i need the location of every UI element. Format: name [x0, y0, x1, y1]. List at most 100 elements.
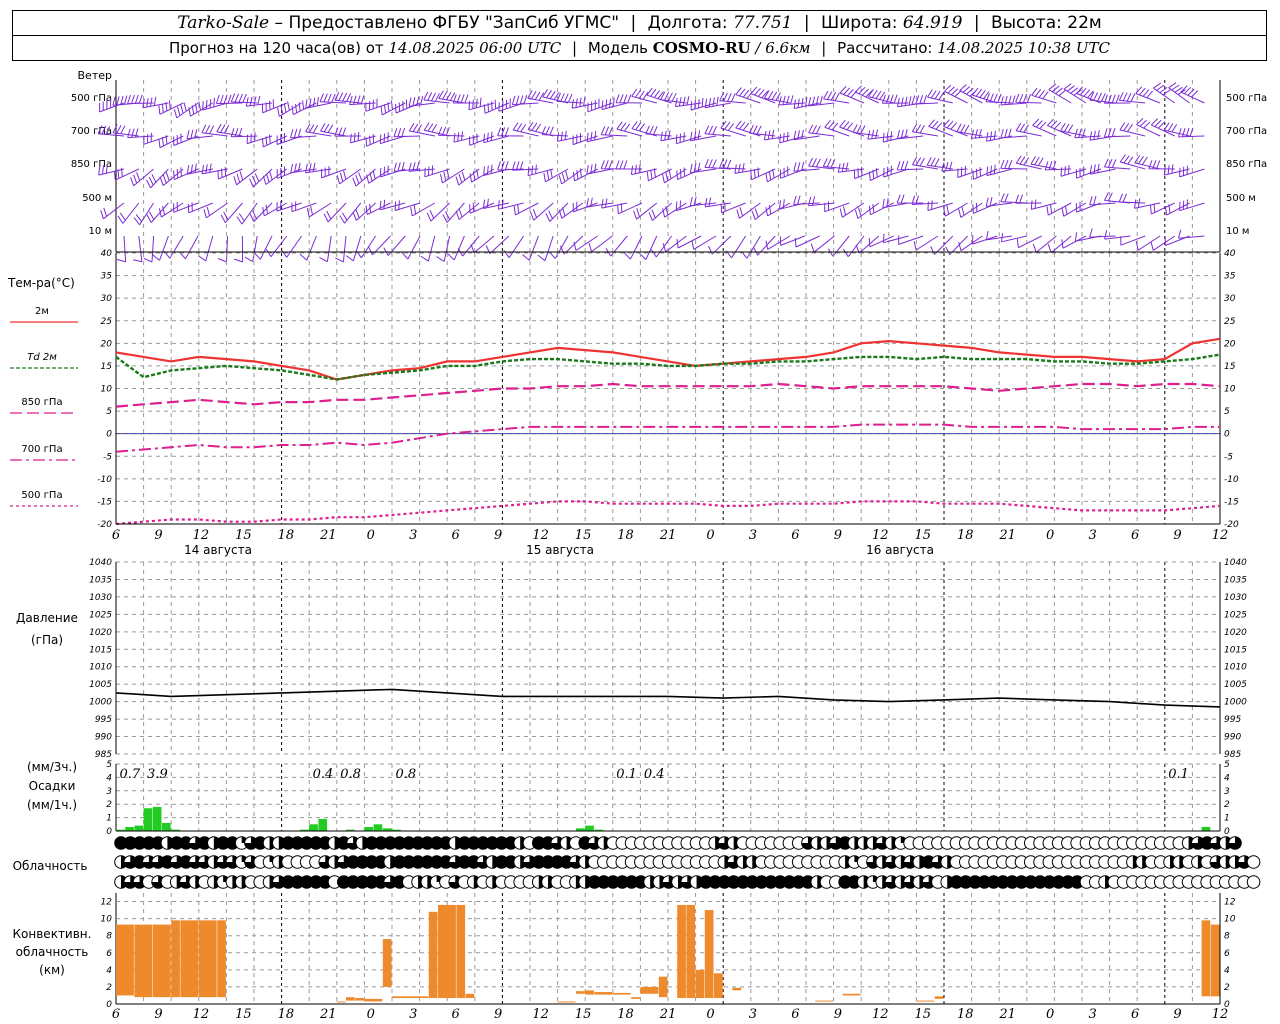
- precip-bar: [373, 824, 383, 831]
- x-tick-label: 0: [1046, 528, 1054, 543]
- x-tick-label-bottom: 3: [409, 1007, 417, 1022]
- wind-barb: [882, 233, 909, 244]
- pressure-tick-label: 1035: [1224, 575, 1247, 585]
- wind-barb: [676, 235, 702, 249]
- wind-barb: [173, 167, 199, 181]
- wind-barb: [262, 134, 288, 148]
- temp-tick-label: 0: [1224, 430, 1230, 440]
- wind-barb: [689, 196, 717, 207]
- wind-barb: [868, 168, 894, 182]
- wind-barb: [558, 168, 584, 185]
- temp-axis-label: Тем-ра(°C): [7, 276, 75, 290]
- x-tick-label: 9: [834, 528, 842, 543]
- wind-barb: [245, 95, 273, 107]
- wind-level-label: 10 м: [89, 226, 112, 237]
- wind-barb: [586, 131, 613, 143]
- wind-barb: [321, 166, 347, 179]
- wind-barb: [485, 235, 510, 255]
- wind-barb: [972, 235, 998, 245]
- x-tick-label: 15: [914, 528, 931, 543]
- wind-barb: [586, 197, 613, 208]
- wind-barb: [1063, 83, 1087, 104]
- wind-barb: [261, 99, 287, 114]
- wind-barb: [146, 202, 169, 223]
- conv-tick-label: 8: [106, 932, 112, 942]
- pressure-tick-label: 995: [1224, 715, 1241, 725]
- pressure-unit-label: (гПа): [31, 633, 63, 647]
- wind-barb: [217, 166, 243, 180]
- precip-bar: [125, 826, 134, 831]
- precip-tick-label: 4: [1224, 773, 1230, 783]
- wind-barb: [824, 201, 850, 213]
- pressure-tick-label: 1025: [89, 610, 112, 620]
- legend-label: 850 гПа: [21, 397, 62, 408]
- pressure-tick-label: 1040: [89, 558, 112, 568]
- x-tick-label: 6: [791, 528, 799, 543]
- temp-tick-label: -15: [1224, 497, 1239, 507]
- pressure-tick-label: 1000: [1224, 698, 1247, 708]
- x-tick-label-bottom: 12: [872, 1007, 889, 1022]
- wind-barb: [438, 90, 465, 104]
- conv-bar: [677, 904, 686, 999]
- wind-barb: [345, 235, 362, 262]
- wind-barb: [276, 132, 302, 145]
- pressure-tick-label: 1000: [89, 698, 112, 708]
- x-tick-label: 21: [659, 528, 677, 543]
- temp-tick-label: 20: [101, 339, 113, 349]
- x-tick-label-bottom: 15: [235, 1007, 252, 1022]
- wind-barb: [896, 194, 924, 204]
- wind-barb: [794, 235, 820, 248]
- wind-barb: [1089, 195, 1116, 206]
- wind-barb: [556, 92, 583, 104]
- wind-barb: [957, 165, 983, 178]
- conv-tick-label: 12: [101, 898, 113, 908]
- conv-tick-label: 4: [1224, 966, 1230, 976]
- x-tick-label: 18: [617, 528, 634, 543]
- temp-tick-label: -10: [1224, 475, 1239, 485]
- x-tick-label-bottom: 18: [957, 1007, 974, 1022]
- pressure-axis-label: Давление: [16, 611, 78, 625]
- alt-label: Высота:: [990, 13, 1062, 33]
- wind-barb: [748, 124, 776, 137]
- x-tick-label: 6: [112, 528, 120, 543]
- wind-barb: [127, 94, 154, 105]
- conv-axis-label: (км): [39, 963, 65, 977]
- temp-tick-label: 10: [101, 385, 113, 395]
- wind-barb: [334, 91, 361, 104]
- header-dash: –: [274, 13, 284, 33]
- header-row-model: Прогноз на 120 часа(ов) от 14.08.2025 06…: [12, 35, 1267, 61]
- wind-barb: [350, 131, 376, 144]
- x-tick-label-bottom: 12: [1212, 1007, 1229, 1022]
- wind-barb: [394, 200, 421, 211]
- precip-unit-top: (мм/3ч.): [27, 760, 77, 774]
- wind-barb: [896, 129, 924, 140]
- wind-barb: [198, 235, 214, 262]
- wind-barb: [334, 127, 361, 137]
- x-tick-label: 9: [154, 528, 162, 543]
- forecast-prefix: Прогноз на 120 часа(ов) от: [169, 39, 384, 57]
- temp-tick-label: -15: [97, 497, 112, 507]
- lon-value: 77.751: [733, 13, 793, 33]
- temp-tick-label: -10: [97, 475, 112, 485]
- provider-text: Предоставлено ФГБУ "ЗапСиб УГМС": [288, 13, 620, 33]
- x-tick-label-bottom: 15: [914, 1007, 931, 1022]
- wind-barb: [690, 97, 717, 111]
- precip-total-label: 0.1: [1168, 767, 1189, 782]
- calc-label: Рассчитано:: [837, 39, 933, 57]
- pressure-tick-label: 990: [1224, 733, 1241, 743]
- wind-barb: [600, 160, 628, 170]
- precip-axis-label: Осадки: [29, 779, 76, 793]
- wind-barb: [867, 88, 894, 104]
- x-tick-label-bottom: 9: [1173, 1007, 1181, 1022]
- conv-bar: [704, 910, 714, 999]
- conv-tick-label: 8: [1224, 932, 1230, 942]
- pressure-tick-label: 985: [1224, 750, 1241, 760]
- wind-barb: [1048, 83, 1072, 104]
- temp-tick-label: 20: [1224, 339, 1236, 349]
- wind-barb: [366, 168, 391, 184]
- wind-barb: [401, 235, 421, 260]
- temp-tick-label: -5: [103, 452, 112, 462]
- precip-tick-label: 0: [1224, 827, 1230, 837]
- x-tick-label: 12: [532, 528, 549, 543]
- conv-bar: [1201, 920, 1211, 997]
